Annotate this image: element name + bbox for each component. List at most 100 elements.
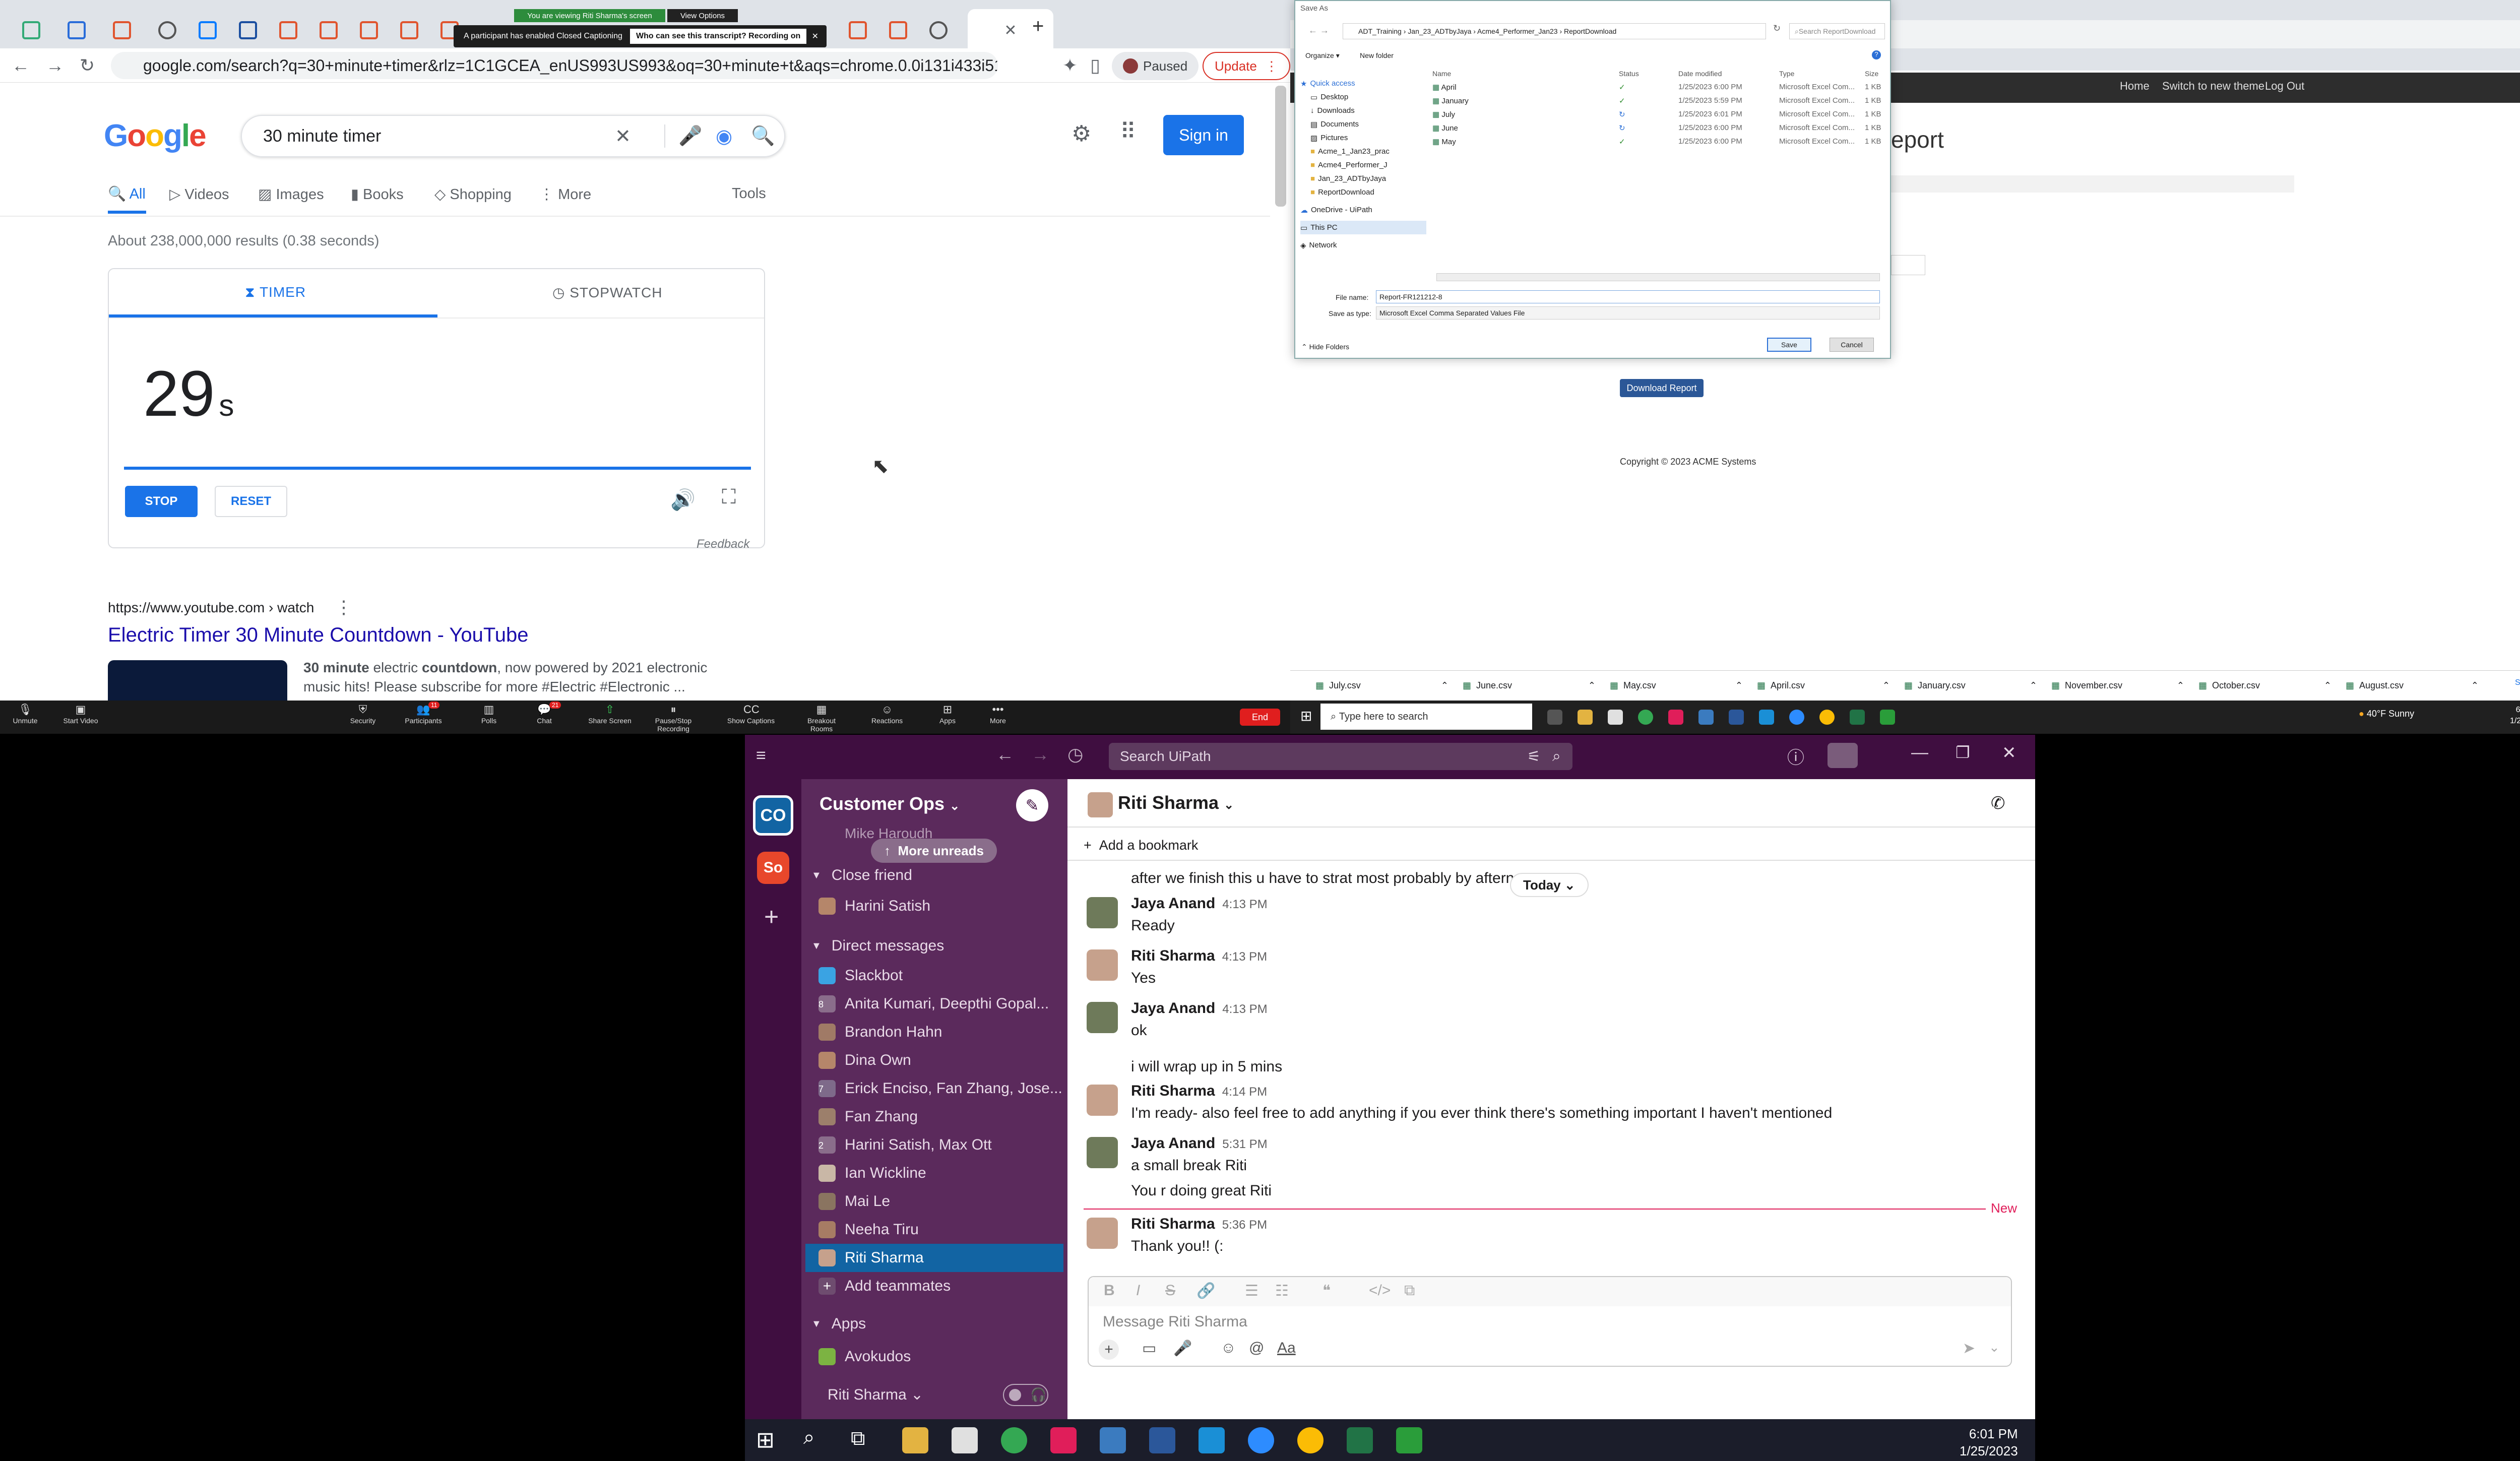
form-input[interactable] xyxy=(1891,255,1925,275)
message-author[interactable]: Jaya Anand xyxy=(1131,1135,1215,1152)
back-arrow-icon[interactable]: ← xyxy=(7,52,34,79)
download-item[interactable]: ▦ May.csv ⌃ xyxy=(1610,675,1751,695)
blockquote-icon[interactable]: ❝ xyxy=(1322,1282,1331,1300)
app-icon[interactable] xyxy=(1100,1427,1126,1453)
message-item[interactable]: Jaya Anand 5:31 PM a small break Riti xyxy=(1084,1135,1991,1174)
code-block-icon[interactable]: ⧉ xyxy=(1404,1282,1415,1299)
excel-icon[interactable] xyxy=(1850,710,1865,725)
forward-arrow-icon[interactable]: → xyxy=(41,52,69,79)
zoom-control-more[interactable]: ••• More xyxy=(973,702,1023,725)
browser-tab[interactable] xyxy=(146,9,188,51)
message-time[interactable]: 4:14 PM xyxy=(1222,1085,1267,1099)
download-item[interactable]: ▦ April.csv ⌃ xyxy=(1757,675,1898,695)
video-clip-icon[interactable]: ▭ xyxy=(1142,1340,1156,1357)
section-direct-messages[interactable]: ▼ Direct messages xyxy=(811,937,944,955)
browser-tab[interactable] xyxy=(877,9,919,51)
nav-home[interactable]: Home xyxy=(2120,80,2150,93)
workspace-other[interactable]: So xyxy=(757,852,789,884)
message-time[interactable]: 5:36 PM xyxy=(1222,1218,1267,1232)
tab-shopping[interactable]: ◇ Shopping xyxy=(434,185,512,203)
download-report-button[interactable]: Download Report xyxy=(1620,379,1704,397)
sidebar-item-dina-own[interactable]: Dina Own xyxy=(805,1046,1063,1074)
video-thumbnail[interactable] xyxy=(108,660,287,701)
chevron-down-icon[interactable]: ⌄ xyxy=(1989,1340,2000,1355)
format-text-icon[interactable]: Aa xyxy=(1277,1340,1296,1357)
emoji-icon[interactable]: ☺ xyxy=(1221,1340,1236,1357)
cancel-button[interactable]: Cancel xyxy=(1830,338,1874,352)
chevron-up-icon[interactable]: ⌃ xyxy=(2030,680,2037,691)
add-bookmark-button[interactable]: + Add a bookmark xyxy=(1084,838,1198,853)
nav-downloads[interactable]: ↓ Downloads xyxy=(1300,104,1426,117)
nav-quick-access[interactable]: ★ Quick access xyxy=(1300,77,1426,90)
browser-tab[interactable] xyxy=(55,9,98,51)
zoom-control-chat[interactable]: 💬 21 Chat xyxy=(519,702,570,725)
reload-icon[interactable]: ↻ xyxy=(74,52,101,79)
sidebar-item-ian-wickline[interactable]: Ian Wickline xyxy=(805,1159,1063,1187)
chrome-icon[interactable] xyxy=(1819,710,1835,725)
section-apps[interactable]: ▼ Apps xyxy=(811,1315,866,1332)
avatar[interactable] xyxy=(1087,949,1118,981)
browser-tab[interactable] xyxy=(101,9,143,51)
settings-gear-icon[interactable]: ⚙ xyxy=(1072,121,1091,147)
zoom-control-participants[interactable]: 👥 11 Participants xyxy=(398,702,449,725)
section-close-friend[interactable]: ▼ Close friend xyxy=(811,867,912,884)
clear-icon[interactable]: ✕ xyxy=(615,125,631,148)
excel-icon[interactable] xyxy=(1347,1427,1373,1453)
more-vert-icon[interactable]: ⋮ xyxy=(335,597,353,618)
scrollbar[interactable] xyxy=(1275,86,1286,207)
search-icon[interactable]: ⌕ xyxy=(803,1426,814,1449)
horizontal-scrollbar[interactable] xyxy=(1436,273,1880,281)
zoom-icon[interactable] xyxy=(1248,1427,1274,1453)
chevron-up-icon[interactable]: ⌃ xyxy=(1588,680,1596,691)
help-icon[interactable]: ? xyxy=(1872,50,1881,59)
nav-folder[interactable]: ■ ReportDownload xyxy=(1300,185,1426,199)
zoom-control-breakout-rooms[interactable]: ▦ Breakout Rooms xyxy=(796,702,847,733)
reset-button[interactable]: RESET xyxy=(215,486,287,517)
fullscreen-icon[interactable]: ⛶ xyxy=(722,486,736,509)
browser-tab[interactable] xyxy=(388,9,430,51)
nav-folder[interactable]: ■ Acme_1_Jan23_prac xyxy=(1300,145,1426,158)
app-icon[interactable] xyxy=(1759,710,1774,725)
message-item[interactable]: Riti Sharma 5:36 PM Thank you!! (: xyxy=(1084,1216,1991,1255)
code-icon[interactable]: </> xyxy=(1369,1282,1391,1299)
more-unreads-button[interactable]: ↑ More unreads xyxy=(871,839,997,863)
file-explorer-icon[interactable] xyxy=(1578,710,1593,725)
filter-icon[interactable]: ⚟ xyxy=(1527,748,1541,766)
message-author[interactable]: Riti Sharma xyxy=(1131,1216,1215,1232)
update-button[interactable]: Update ⋮ xyxy=(1203,52,1290,80)
organize-menu[interactable]: Organize ▾ xyxy=(1305,51,1340,60)
windows-start-icon[interactable]: ⊞ xyxy=(1300,708,1312,724)
voice-search-icon[interactable]: 🎤 xyxy=(678,125,702,147)
tab-more[interactable]: ⋮ More xyxy=(539,185,591,203)
microphone-icon[interactable]: 🎤 xyxy=(1173,1340,1192,1357)
download-item[interactable]: ▦ January.csv ⌃ xyxy=(1904,675,2045,695)
zoom-control-start-video[interactable]: ▣ Start Video xyxy=(55,702,106,725)
strike-icon[interactable]: S xyxy=(1165,1282,1175,1299)
download-item[interactable]: ▦ November.csv ⌃ xyxy=(2051,675,2192,695)
call-icon[interactable]: ✆ xyxy=(1991,793,2005,813)
sidebar-item-mai-le[interactable]: Mai Le xyxy=(805,1187,1063,1216)
nav-network[interactable]: ◈ Network xyxy=(1300,238,1426,252)
date-divider-today[interactable]: Today ⌄ xyxy=(1510,873,1589,897)
zoom-control-share-screen[interactable]: ⇧ Share Screen xyxy=(585,702,635,725)
nav-pictures[interactable]: ▨ Pictures xyxy=(1300,131,1426,145)
extensions-icon[interactable]: ✦ xyxy=(1056,52,1084,79)
timer-display[interactable]: 29 s xyxy=(143,357,234,431)
huddle-toggle[interactable]: 🎧 xyxy=(1003,1384,1048,1406)
browser-tab[interactable] xyxy=(348,9,390,51)
file-row[interactable]: ▦ July ↻ 1/25/2023 6:01 PM Microsoft Excel … xyxy=(1432,107,1886,121)
refresh-icon[interactable]: ↻ xyxy=(1773,23,1781,34)
message-author[interactable]: Jaya Anand xyxy=(1131,895,1215,912)
nav-onedrive[interactable]: ☁ OneDrive - UiPath xyxy=(1300,203,1426,217)
stop-button[interactable]: STOP xyxy=(125,486,198,517)
message-item[interactable]: Riti Sharma 4:13 PM Yes xyxy=(1084,947,1991,987)
result-title-link[interactable]: Electric Timer 30 Minute Countdown - You… xyxy=(108,624,529,647)
tab-videos[interactable]: ▷ Videos xyxy=(169,185,229,203)
view-options-button[interactable]: View Options xyxy=(667,9,738,22)
browser-tab[interactable] xyxy=(837,9,879,51)
browser-tab[interactable] xyxy=(267,9,309,51)
workspace-name[interactable]: Customer Ops ⌄ xyxy=(820,793,960,814)
message-item[interactable]: Riti Sharma 4:14 PM I'm ready- also feel f… xyxy=(1084,1083,1991,1122)
tools-button[interactable]: Tools xyxy=(732,185,766,202)
sidebar-item-brandon-hahn[interactable]: Brandon Hahn xyxy=(805,1018,1063,1046)
